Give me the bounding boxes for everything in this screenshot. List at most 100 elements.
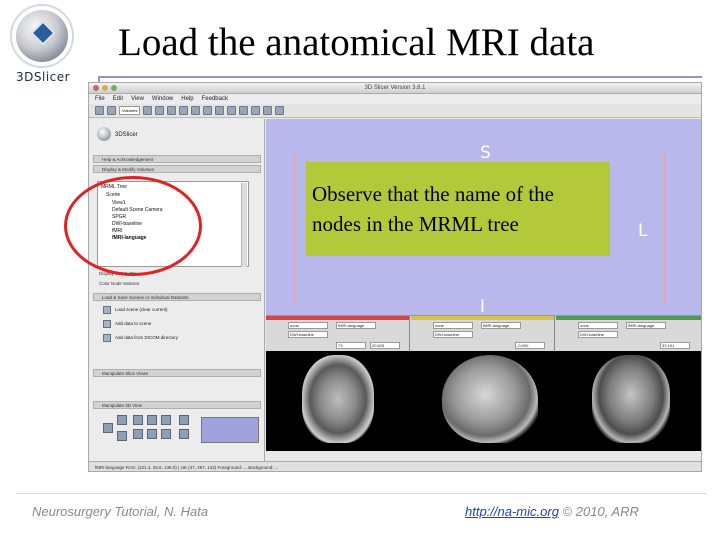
add-data-label: Add data to scene [115,321,152,326]
fourup-layout-icon[interactable] [203,106,213,115]
view-i-icon[interactable] [133,429,143,439]
view-r-icon[interactable] [147,429,157,439]
footer-copyright: http://na-mic.org © 2010, ARR [465,504,639,519]
footer-credit: Neurosurgery Tutorial, N. Hata [32,504,209,519]
slicer-mini-logo-icon [97,127,111,141]
manipulate-3d-section-header[interactable]: Manipulate 3D View [93,401,261,409]
rotate-down-icon[interactable] [117,431,127,441]
add-dicom-label: Add data from DICOM directory [115,335,179,340]
search-module-icon[interactable] [167,106,177,115]
bounding-box-edge [294,301,664,302]
footer-suffix: © 2010, ARR [558,504,639,519]
zoom-in-icon[interactable] [179,415,189,425]
red-label-selector[interactable]: DWI-baseline [288,331,328,338]
window-title: 3D Slicer Version 3.6.1 [364,85,426,91]
conventional-layout-icon[interactable] [191,106,201,115]
manipulate-slice-section-header[interactable]: Manipulate Slice Views [93,369,261,377]
slice-controllers: none fMRI-language DWI-baseline 73 20.62… [266,315,701,352]
window-level-icon[interactable] [275,106,285,115]
yellow-slice-offset[interactable]: -0.000 [515,342,545,349]
next-module-icon[interactable] [155,106,165,115]
yellow-fg-selector[interactable]: none [433,322,473,329]
menu-help[interactable]: Help [181,94,193,104]
module-panel: 3DSlicer Help & Acknowledgement Display … [89,119,265,461]
red-slice-index[interactable]: 73 [336,342,366,349]
mrml-tree-scrollbar[interactable] [241,183,247,267]
yellow-slice-controller[interactable]: none fMRI-language DWI-baseline -0.000 [411,316,555,352]
color-node-selector[interactable]: Color Node Selector [99,281,140,286]
view-p-icon[interactable] [147,415,157,425]
pitch-icon[interactable] [103,423,113,433]
menu-window[interactable]: Window [152,94,173,104]
redo-icon[interactable] [239,106,249,115]
rotate-up-icon[interactable] [117,415,127,425]
menu-feedback[interactable]: Feedback [202,94,228,104]
callout-line-1: Observe that the name of the [312,182,554,206]
add-dicom-row[interactable]: Add data from DICOM directory [103,333,178,342]
3d-only-layout-icon[interactable] [215,106,225,115]
sagittal-slice-view[interactable] [442,355,538,443]
load-save-section-header[interactable]: Load & Save Scenes or Individual Dataset… [93,293,261,301]
red-fg-selector[interactable]: none [288,322,328,329]
data-icon[interactable] [107,106,116,115]
green-slice-controller[interactable]: none fMRI-language DWI-baseline 33.191 [556,316,701,352]
add-dicom-icon[interactable] [103,333,111,342]
orientation-inferior: I [480,297,486,317]
green-slice-offset[interactable]: 33.191 [660,342,690,349]
red-slice-controller[interactable]: none fMRI-language DWI-baseline 73 20.62… [266,316,410,352]
red-bg-selector[interactable]: fMRI-language [336,322,376,329]
view-l-icon[interactable] [161,429,171,439]
minimize-window-button[interactable] [102,85,108,91]
volumes-section-header[interactable]: Display & Modify Volumes [93,165,261,173]
logo-text: 3DSlicer [16,70,71,84]
green-slice-colorstrip [556,316,701,320]
callout-line-2: nodes in the MRML tree [312,212,519,236]
yellow-slice-colorstrip [411,316,554,320]
load-scene-row[interactable]: Load scene (clear current) [103,305,168,314]
orientation-superior: S [480,143,491,163]
slice-views [266,351,701,451]
add-data-icon[interactable] [103,319,111,328]
add-data-row[interactable]: Add data to scene [103,319,151,328]
view-a-icon[interactable] [133,415,143,425]
menu-edit[interactable]: Edit [113,94,123,104]
annotation-callout: Observe that the name of the nodes in th… [306,162,610,256]
load-scene-icon[interactable] [103,305,111,314]
window-titlebar: 3D Slicer Version 3.6.1 [89,83,701,94]
yellow-label-selector[interactable]: DWI-baseline [433,331,473,338]
menu-file[interactable]: File [95,94,105,104]
bounding-box-edge [294,153,295,303]
module-selector[interactable]: Volumes [119,106,141,115]
3dslicer-logo: 3DSlicer [4,4,82,84]
toolbar: Volumes [89,104,701,118]
title-rule [98,76,702,78]
slide-title: Load the anatomical MRI data [118,21,595,64]
red-slice-colorstrip [266,316,409,320]
green-fg-selector[interactable]: none [578,322,618,329]
close-window-button[interactable] [93,85,99,91]
zoom-window-button[interactable] [111,85,117,91]
3d-view-navigator[interactable] [201,417,259,443]
menu-view[interactable]: View [131,94,144,104]
load-scene-label: Load scene (clear current) [115,307,168,312]
zoom-out-icon[interactable] [179,429,189,439]
menubar: File Edit View Window Help Feedback [89,94,701,104]
undo-icon[interactable] [227,106,237,115]
home-icon[interactable] [95,106,104,115]
red-slice-offset[interactable]: 20.625 [370,342,400,349]
yellow-bg-selector[interactable]: fMRI-language [481,322,521,329]
prev-module-icon[interactable] [143,106,153,115]
help-section-header[interactable]: Help & Acknowledgement [93,155,261,163]
orientation-left: L [638,221,648,241]
green-bg-selector[interactable]: fMRI-language [626,322,666,329]
footer-link[interactable]: http://na-mic.org [465,504,559,519]
coronal-slice-view[interactable] [592,355,670,443]
mouse-mode-icon[interactable] [251,106,261,115]
layout-icon[interactable] [179,106,189,115]
green-label-selector[interactable]: DWI-baseline [578,331,618,338]
view-s-icon[interactable] [161,415,171,425]
place-fiducial-icon[interactable] [263,106,273,115]
axial-slice-view[interactable] [302,355,374,443]
bounding-box-edge [294,153,664,154]
mrml-tree-highlight [64,176,202,276]
